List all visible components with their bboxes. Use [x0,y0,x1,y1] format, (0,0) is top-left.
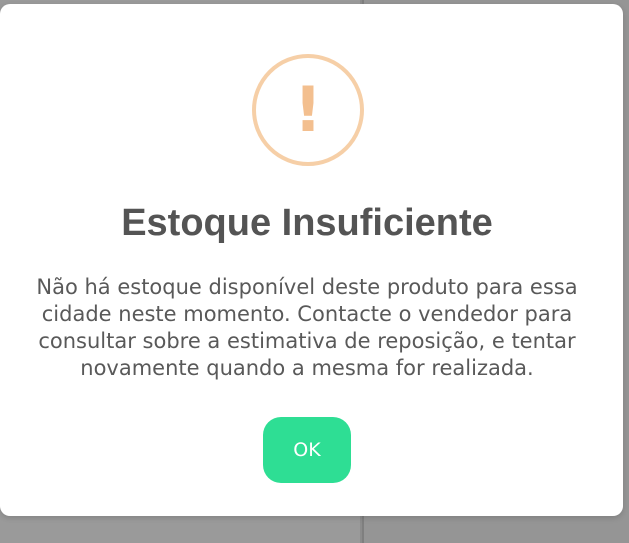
dialog-message: Não há estoque disponível deste produto … [36,275,578,380]
warning-exclamation-icon: ! [252,54,364,166]
insufficient-stock-dialog: ! Estoque Insuficiente Não há estoque di… [0,4,623,516]
dialog-title: Estoque Insuficiente [121,202,493,244]
ok-button[interactable]: OK [263,417,351,483]
exclamation-glyph: ! [293,73,323,146]
